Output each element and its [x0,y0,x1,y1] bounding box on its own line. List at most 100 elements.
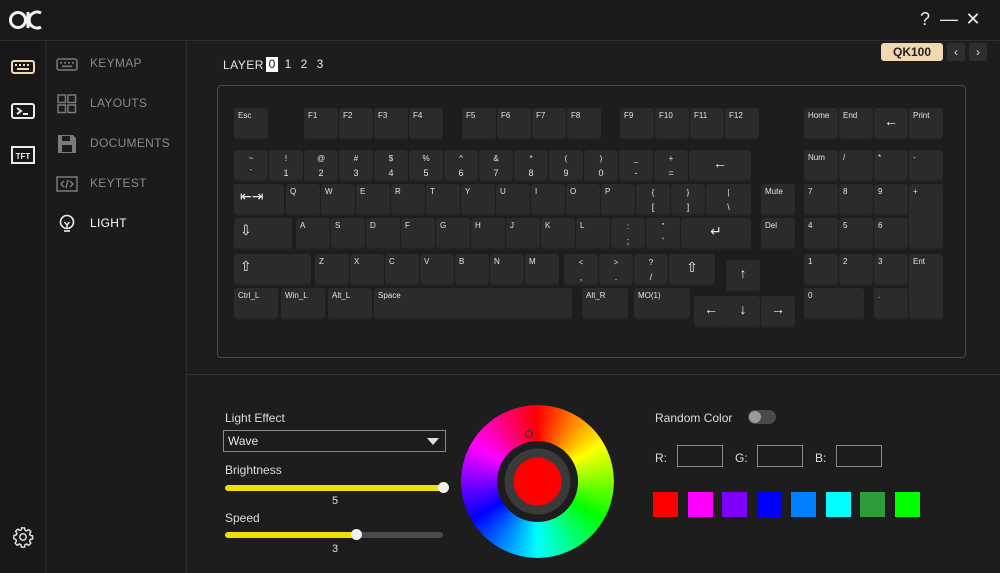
key-bksp-top[interactable]: ← [874,108,908,140]
close-button[interactable]: ✕ [962,8,984,30]
key-c[interactable]: C [385,254,419,286]
key-n2[interactable]: @2 [304,150,338,182]
key-f4[interactable]: F4 [409,108,443,140]
key-kp-slash[interactable]: / [839,150,873,182]
color-swatch[interactable] [756,492,782,517]
layer-tab-1[interactable]: 1 [282,57,294,72]
key-rshift[interactable]: ⇧ [669,254,715,286]
key-j[interactable]: J [506,218,540,250]
key-kp6[interactable]: 6 [874,218,908,250]
minimize-button[interactable]: — [938,8,960,30]
nav-item-light[interactable]: LIGHT [56,212,181,236]
key-k[interactable]: K [541,218,575,250]
key-home[interactable]: Home [804,108,838,140]
key-kp9[interactable]: 9 [874,184,908,216]
key-kp8[interactable]: 8 [839,184,873,216]
key-n9[interactable]: (9 [549,150,583,182]
key-f2[interactable]: F2 [339,108,373,140]
key-backspace[interactable]: ← [689,150,751,182]
key-kp-enter[interactable]: Ent [909,254,943,320]
key-space[interactable]: Space [374,288,572,320]
nav-item-keymap[interactable]: KEYMAP [56,52,181,76]
speed-slider[interactable] [225,529,443,540]
key-semicolon[interactable]: :; [611,218,645,250]
key-kp-plus[interactable]: + [909,184,943,250]
key-lctrl[interactable]: Ctrl_L [234,288,278,320]
brightness-thumb[interactable] [438,482,449,493]
key-minus[interactable]: _ - [619,150,653,182]
key-up[interactable]: ↑ [726,260,760,292]
key-caps[interactable]: ⇩ [234,218,292,250]
key-esc[interactable]: Esc [234,108,268,140]
key-f10[interactable]: F10 [655,108,689,140]
color-swatch[interactable] [722,492,747,517]
key-ralt[interactable]: Alt_R [582,288,628,320]
key-g[interactable]: G [436,218,470,250]
tft-icon[interactable]: TFT [11,145,35,165]
key-lbracket[interactable]: {[ [636,184,670,216]
key-v[interactable]: V [420,254,454,286]
key-f[interactable]: F [401,218,435,250]
key-n7[interactable]: & 7 [479,150,513,182]
key-n1[interactable]: ! 1 [269,150,303,182]
key-f3[interactable]: F3 [374,108,408,140]
key-num[interactable]: Num [804,150,838,182]
key-a[interactable]: A [296,218,330,250]
key-kp-minus[interactable]: - [909,150,943,182]
key-lwin[interactable]: Win_L [281,288,325,320]
keyboard-icon[interactable] [11,57,35,77]
key-kp-dot[interactable]: . [874,288,908,320]
key-kp2[interactable]: 2 [839,254,873,286]
nav-item-layouts[interactable]: LAYOUTS [56,92,181,116]
key-right[interactable]: → [761,296,795,328]
speed-thumb[interactable] [350,529,362,540]
key-b[interactable]: B [455,254,489,286]
key-t[interactable]: T [426,184,460,216]
brightness-slider[interactable] [225,482,449,493]
color-wheel[interactable] [461,405,614,558]
layer-tab-0[interactable]: 0 [266,57,278,72]
key-tab[interactable]: ⇤⇥ [234,184,284,216]
light-effect-select[interactable]: Wave [223,430,446,452]
key-f7[interactable]: F7 [532,108,566,140]
key-s[interactable]: S [331,218,365,250]
key-f6[interactable]: F6 [497,108,531,140]
key-f8[interactable]: F8 [567,108,601,140]
key-kp-star[interactable]: * [874,150,908,182]
help-button[interactable]: ? [914,8,936,30]
key-q[interactable]: Q [286,184,320,216]
key-slash[interactable]: ? / [634,254,668,286]
key-z[interactable]: Z [315,254,349,286]
random-color-toggle[interactable] [748,410,776,424]
color-swatch[interactable] [653,492,678,517]
key-y[interactable]: Y [461,184,495,216]
key-d[interactable]: D [366,218,400,250]
key-i[interactable]: I [531,184,565,216]
r-input[interactable] [677,445,723,467]
layer-tab-3[interactable]: 3 [314,57,326,72]
key-n4[interactable]: $4 [374,150,408,182]
key-p[interactable]: P [601,184,635,216]
layer-tab-2[interactable]: 2 [298,57,310,72]
key-down[interactable]: ↓ [726,296,760,328]
key-kp0[interactable]: 0 [804,288,864,320]
key-e[interactable]: E [356,184,390,216]
color-swatch[interactable] [791,492,816,517]
key-equal[interactable]: + = [654,150,688,182]
key-print[interactable]: Print [909,108,943,140]
key-enter[interactable]: ↵ [681,218,751,250]
key-l[interactable]: L [576,218,610,250]
key-mo1[interactable]: MO(1) [634,288,690,320]
key-o[interactable]: O [566,184,600,216]
key-quote[interactable]: " ' [646,218,680,250]
color-swatch[interactable] [687,492,713,517]
key-left[interactable]: ← [694,296,728,328]
settings-gear-icon[interactable] [12,526,34,548]
key-f11[interactable]: F11 [690,108,724,140]
key-kp5[interactable]: 5 [839,218,873,250]
key-kp7[interactable]: 7 [804,184,838,216]
terminal-icon[interactable] [11,101,35,121]
key-m[interactable]: M [525,254,559,286]
next-model-button[interactable]: › [969,43,987,61]
key-kp4[interactable]: 4 [804,218,838,250]
